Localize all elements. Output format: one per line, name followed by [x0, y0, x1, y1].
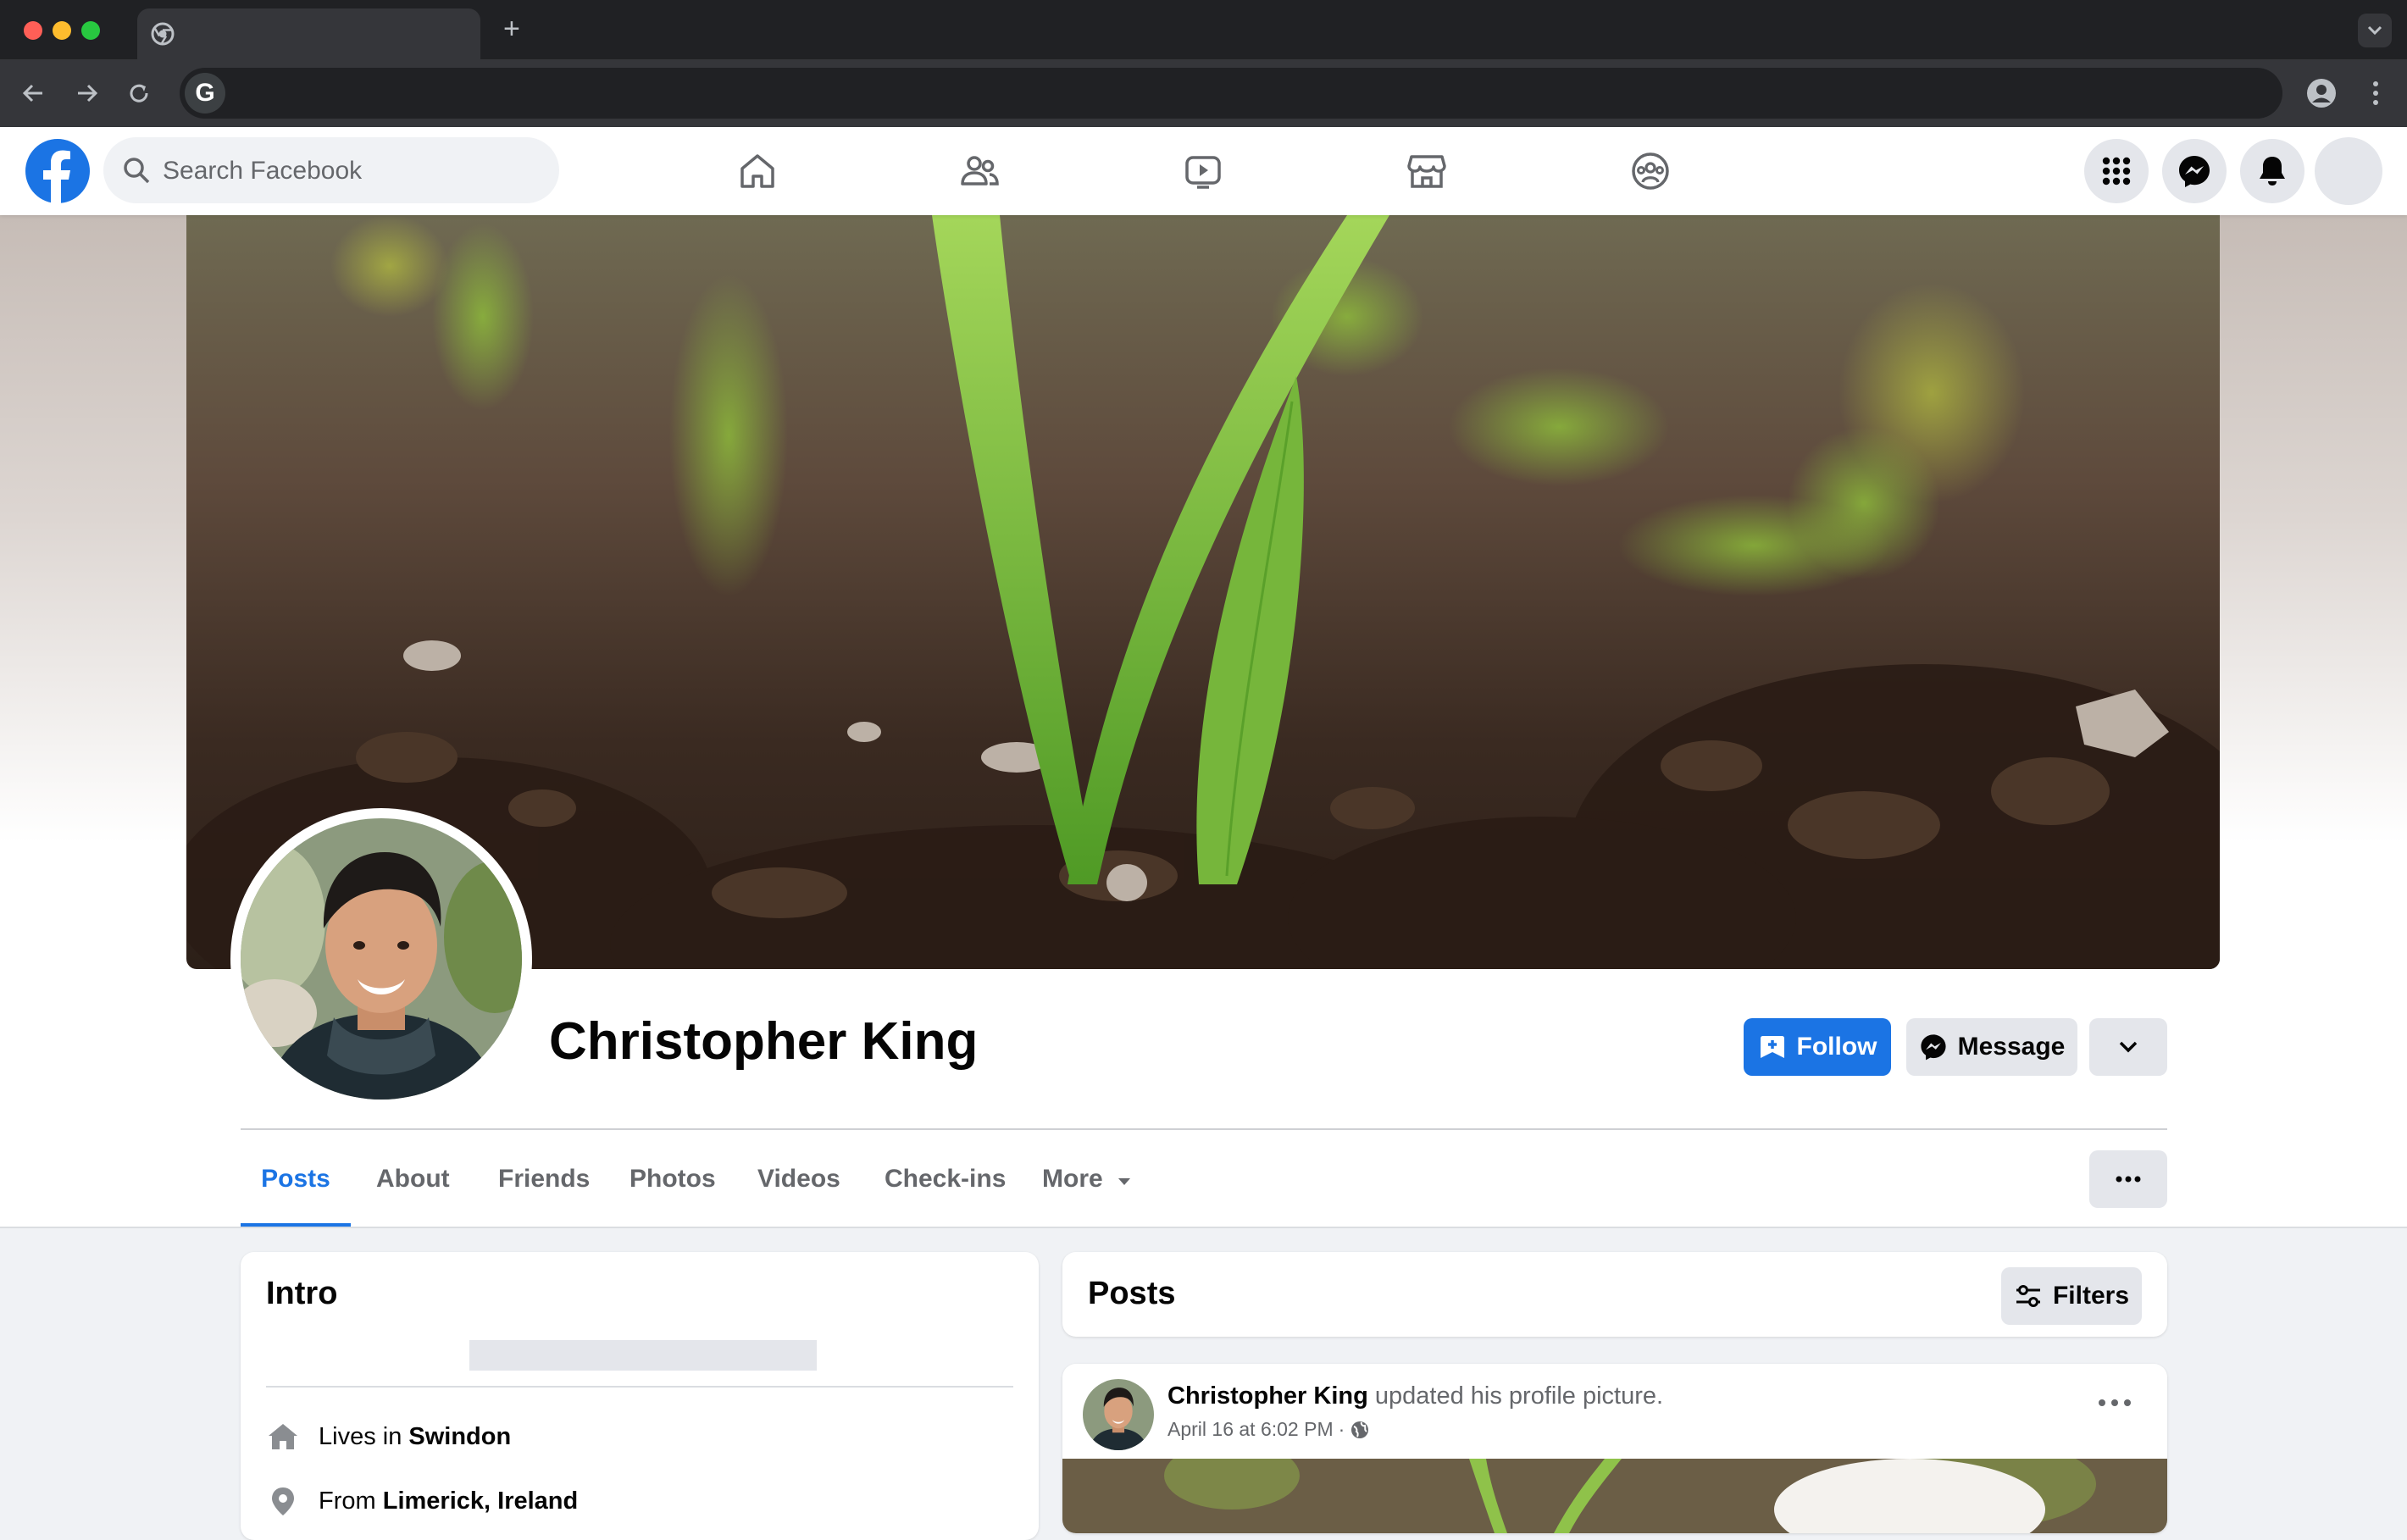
profile-header: Christopher King Follow Message Posts Ab… [0, 215, 2407, 1228]
post-action-text: updated his profile picture. [1374, 1382, 1664, 1410]
location-pin-icon [272, 1487, 294, 1515]
messenger-button[interactable] [2162, 139, 2227, 203]
window-close-button[interactable] [24, 21, 42, 40]
tab-check-ins[interactable]: Check-ins [885, 1130, 1006, 1228]
from-place[interactable]: Limerick, Ireland [383, 1487, 579, 1515]
friends-icon[interactable] [952, 144, 1007, 198]
back-icon[interactable] [19, 78, 49, 108]
browser-tab[interactable] [137, 8, 480, 59]
tab-more[interactable]: More [1042, 1130, 1132, 1228]
tab-videos[interactable]: Videos [757, 1130, 840, 1228]
bell-icon [2260, 157, 2285, 186]
messenger-icon [1921, 1034, 1946, 1061]
tab-search-button[interactable] [2358, 14, 2392, 47]
messenger-icon [2179, 156, 2210, 187]
home-icon [269, 1424, 297, 1449]
profile-name: Christopher King [549, 1012, 979, 1071]
profile-tabs: Posts About Friends Photos Videos Check-… [241, 1130, 2167, 1228]
tab-posts[interactable]: Posts [241, 1130, 351, 1228]
facebook-logo-icon[interactable] [24, 137, 92, 205]
post-options-icon[interactable] [2096, 1394, 2133, 1411]
intro-divider [266, 1386, 1013, 1388]
more-dots-icon [2116, 1176, 2141, 1183]
post-timestamp[interactable]: April 16 at 6:02 PM [1167, 1418, 1334, 1441]
notifications-button[interactable] [2240, 139, 2304, 203]
window-minimize-button[interactable] [53, 21, 71, 40]
lives-in-place[interactable]: Swindon [408, 1423, 511, 1450]
post-meta: April 16 at 6:02 PM · [1167, 1418, 1370, 1441]
message-label: Message [1957, 1033, 2066, 1061]
follow-button[interactable]: Follow [1744, 1018, 1891, 1076]
window-maximize-button[interactable] [81, 21, 100, 40]
browser-tab-strip: + [0, 0, 2407, 59]
plus-icon[interactable]: + [503, 12, 520, 46]
from-row: From Limerick, Ireland [266, 1486, 578, 1516]
groups-icon[interactable] [1623, 144, 1678, 198]
post-headline: Christopher King updated his profile pic… [1167, 1382, 1663, 1410]
tab-about[interactable]: About [376, 1130, 450, 1228]
post-card: Christopher King updated his profile pic… [1062, 1364, 2167, 1533]
tab-photos[interactable]: Photos [629, 1130, 716, 1228]
posts-title: Posts [1088, 1276, 1176, 1311]
marketplace-icon[interactable] [1400, 144, 1454, 198]
filters-icon [2016, 1285, 2040, 1307]
profile-options-button[interactable] [2089, 1018, 2167, 1076]
watch-icon[interactable] [1176, 144, 1230, 198]
filters-button[interactable]: Filters [2001, 1267, 2142, 1325]
account-icon[interactable] [2304, 76, 2338, 110]
address-bar[interactable]: G [180, 68, 2282, 119]
caret-down-icon [1118, 1178, 1131, 1185]
intro-title: Intro [266, 1276, 338, 1311]
post-image[interactable] [1062, 1459, 2167, 1533]
facebook-header [0, 127, 2407, 215]
forward-icon[interactable] [71, 78, 102, 108]
filters-label: Filters [2052, 1282, 2130, 1310]
chrome-icon [151, 22, 175, 46]
tabs-options-button[interactable] [2089, 1150, 2167, 1208]
tab-friends[interactable]: Friends [498, 1130, 590, 1228]
kebab-icon[interactable] [2364, 78, 2388, 108]
globe-icon[interactable] [1350, 1420, 1370, 1440]
profile-header-border [0, 1227, 2407, 1228]
browser-toolbar: G [0, 59, 2407, 127]
intro-card: Intro Lives in Swindon From Limerick, Ir… [241, 1252, 1039, 1540]
profile-picture[interactable] [241, 818, 522, 1100]
post-author-avatar[interactable] [1083, 1379, 1154, 1450]
menu-grid-button[interactable] [2084, 139, 2149, 203]
menu-grid-icon [2102, 157, 2131, 186]
meta-separator: · [1338, 1418, 1345, 1440]
reload-icon[interactable] [124, 78, 154, 108]
bio-placeholder [469, 1340, 817, 1371]
search-input[interactable] [161, 137, 537, 205]
message-button[interactable]: Message [1906, 1018, 2077, 1076]
search-bar [103, 137, 559, 205]
home-icon[interactable] [730, 144, 785, 198]
profile-picture-frame [230, 808, 532, 1110]
chevron-down-icon [2367, 25, 2382, 36]
google-icon: G [185, 73, 225, 114]
posts-header-card: Posts Filters [1062, 1252, 2167, 1337]
follow-label: Follow [1796, 1033, 1877, 1061]
chevron-down-icon [2119, 1041, 2138, 1053]
account-avatar-button[interactable] [2315, 137, 2382, 205]
post-author-name[interactable]: Christopher King [1167, 1382, 1368, 1410]
follow-icon [1760, 1036, 1784, 1058]
lives-in-row: Lives in Swindon [266, 1421, 511, 1452]
search-icon [124, 158, 150, 184]
